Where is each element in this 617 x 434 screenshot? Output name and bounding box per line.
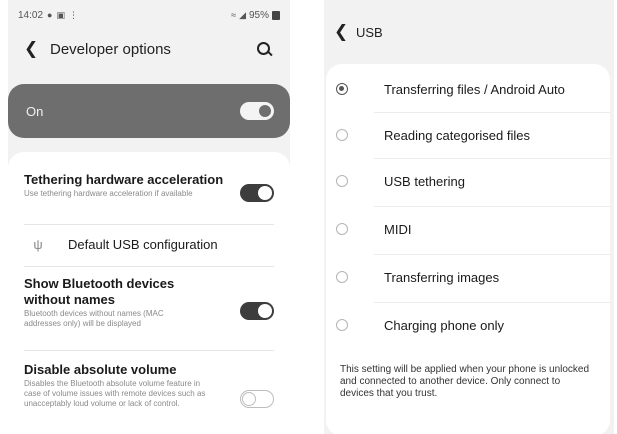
signal-icon: ◢ <box>239 9 246 20</box>
setting-tethering-hardware-acceleration[interactable]: Tethering hardware acceleration Use teth… <box>24 172 274 202</box>
radio-button-selected[interactable] <box>336 83 348 95</box>
bluetooth-names-toggle[interactable] <box>240 302 274 320</box>
usb-icon: ψ <box>33 236 43 252</box>
toggle-knob <box>242 392 256 406</box>
option-label: MIDI <box>384 221 412 237</box>
radio-button[interactable] <box>336 223 348 235</box>
developer-options-screen: 14:02 ● ▣ ⋮ ≈ ◢ 95% ❮ Developer options … <box>8 0 290 434</box>
option-transferring-images[interactable]: Transferring images <box>326 254 610 300</box>
notification-icon: ⋮ <box>68 9 78 20</box>
setting-title: Default USB configuration <box>68 236 218 252</box>
tethering-toggle[interactable] <box>240 184 274 202</box>
setting-show-bluetooth-devices-without-names[interactable]: Show Bluetooth devices without names Blu… <box>24 276 274 329</box>
option-charging-phone-only[interactable]: Charging phone only <box>326 302 610 348</box>
divider <box>24 266 274 267</box>
page-title: Developer options <box>50 40 171 58</box>
radio-button[interactable] <box>336 129 348 141</box>
radio-button[interactable] <box>336 271 348 283</box>
wifi-icon: ≈ <box>231 10 237 20</box>
setting-text: Tethering hardware acceleration Use teth… <box>24 172 224 199</box>
setting-description: Use tethering hardware acceleration if a… <box>24 189 193 198</box>
setting-title: Show Bluetooth devices without names <box>24 276 175 307</box>
app-header: ❮ USB <box>324 20 614 44</box>
option-usb-tethering[interactable]: USB tethering <box>326 158 610 204</box>
radio-button[interactable] <box>336 175 348 187</box>
option-midi[interactable]: MIDI <box>326 206 610 252</box>
setting-text: Show Bluetooth devices without names Blu… <box>24 276 224 329</box>
option-label: Charging phone only <box>384 317 504 333</box>
divider <box>24 350 274 351</box>
option-label: Transferring images <box>384 269 500 285</box>
usb-setting-note: This setting will be applied when your p… <box>340 364 590 399</box>
status-bar: 14:02 ● ▣ ⋮ ≈ ◢ 95% <box>18 8 280 22</box>
usb-options-card: Transferring files / Android Auto Readin… <box>326 64 610 434</box>
option-label: Reading categorised files <box>384 127 530 143</box>
setting-disable-absolute-volume[interactable]: Disable absolute volume Disables the Blu… <box>24 362 274 409</box>
setting-text: Disable absolute volume Disables the Blu… <box>24 362 224 409</box>
app-header: ❮ Developer options <box>8 36 290 62</box>
radio-button[interactable] <box>336 319 348 331</box>
battery-text: 95% <box>248 9 269 21</box>
absolute-volume-toggle[interactable] <box>240 390 274 408</box>
usb-preferences-screen: ❮ USB Transferring files / Android Auto … <box>324 0 614 434</box>
back-icon[interactable]: ❮ <box>334 22 350 42</box>
setting-title: Disable absolute volume <box>24 362 177 377</box>
location-icon: ● <box>47 10 53 20</box>
setting-description: Bluetooth devices without names (MAC add… <box>24 309 164 328</box>
divider <box>24 224 274 225</box>
search-icon[interactable] <box>256 41 272 57</box>
option-reading-categorised-files[interactable]: Reading categorised files <box>326 112 610 158</box>
toggle-knob <box>257 103 273 119</box>
setting-default-usb-configuration[interactable]: ψ Default USB configuration <box>24 234 274 254</box>
page-title: USB <box>356 24 383 40</box>
option-label: USB tethering <box>384 173 465 189</box>
toggle-knob <box>258 304 272 318</box>
battery-icon <box>272 10 280 20</box>
master-toggle-switch[interactable] <box>240 102 274 120</box>
setting-description: Disables the Bluetooth absolute volume f… <box>24 379 206 408</box>
gallery-icon: ▣ <box>56 9 65 20</box>
settings-list: Tethering hardware acceleration Use teth… <box>8 152 290 434</box>
setting-title: Tethering hardware acceleration <box>24 172 224 187</box>
status-time: 14:02 <box>18 9 44 21</box>
back-icon[interactable]: ❮ <box>24 39 40 59</box>
developer-options-master-toggle[interactable]: On <box>8 84 290 138</box>
option-transferring-files[interactable]: Transferring files / Android Auto <box>326 66 610 112</box>
option-label: Transferring files / Android Auto <box>384 81 565 97</box>
toggle-knob <box>258 186 272 200</box>
master-toggle-label: On <box>26 103 44 119</box>
